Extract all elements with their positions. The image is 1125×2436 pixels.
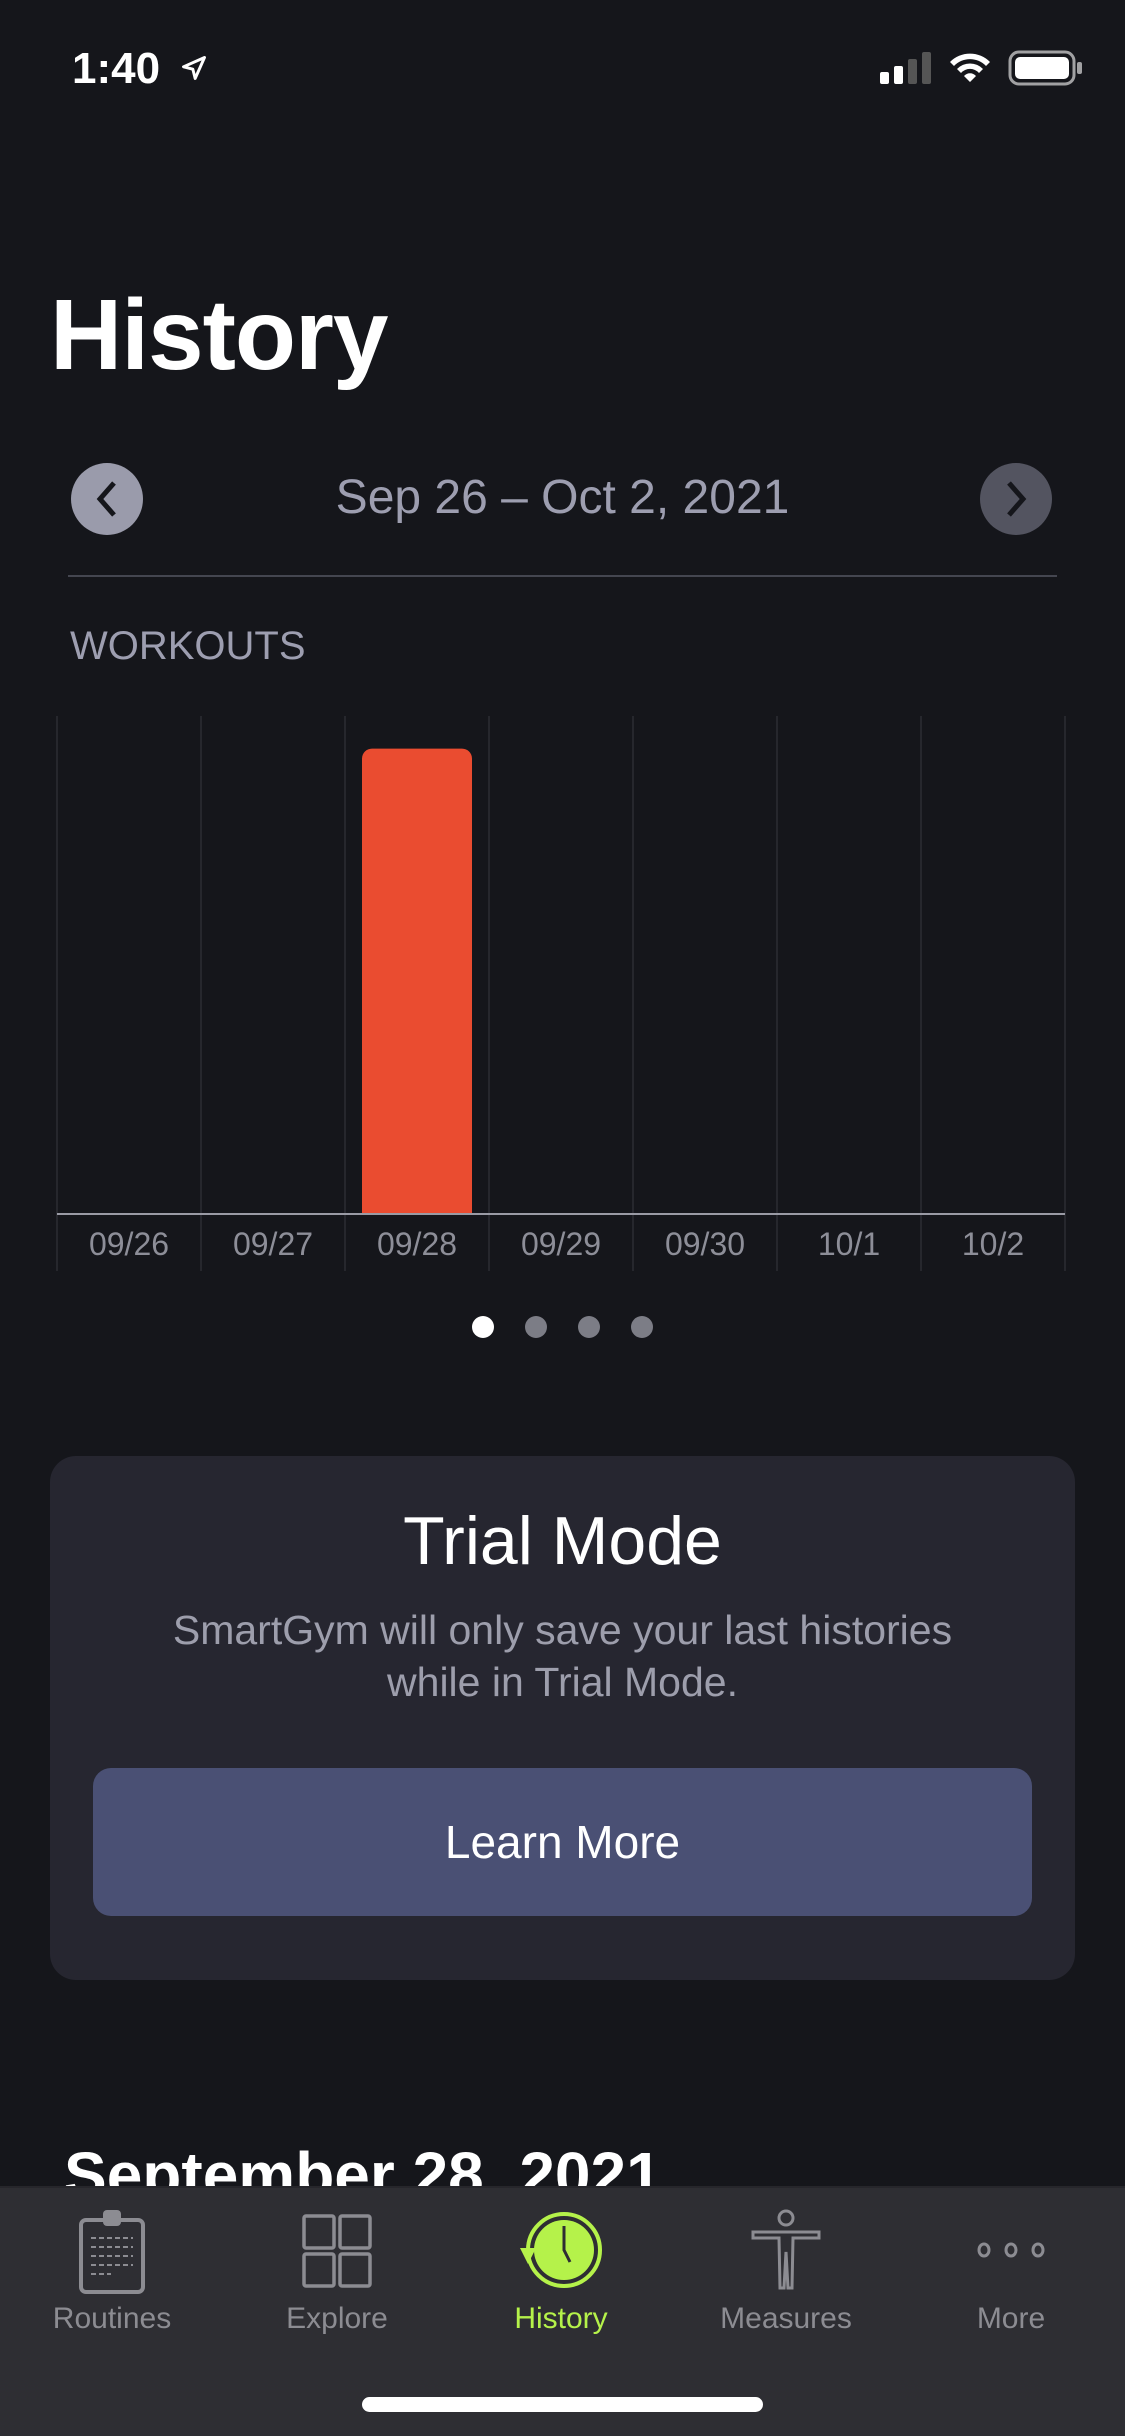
home-indicator <box>362 2397 763 2412</box>
x-tick-label: 10/2 <box>962 1226 1024 1262</box>
x-tick-label: 09/30 <box>665 1226 745 1262</box>
page-title: History <box>50 279 389 391</box>
tab-label: History <box>514 2302 608 2335</box>
grid-icon <box>302 2214 372 2288</box>
x-tick-label: 10/1 <box>818 1226 880 1262</box>
clipboard-icon <box>79 2210 145 2294</box>
wifi-icon <box>950 53 990 82</box>
tab-routines[interactable]: Routines <box>2 2208 222 2336</box>
date-range: Sep 26 – Oct 2, 2021 <box>335 471 790 524</box>
trial-description: SmartGym will only save your last histor… <box>172 1607 953 1705</box>
location-arrow-icon <box>182 56 206 80</box>
battery-icon <box>1008 50 1082 86</box>
x-tick-label: 09/26 <box>89 1226 169 1262</box>
tab-more[interactable]: More <box>901 2208 1121 2336</box>
tab-measures[interactable]: Measures <box>676 2208 896 2336</box>
trial-title: Trial Mode <box>403 1503 722 1579</box>
page-dot[interactable] <box>525 1316 547 1338</box>
chevron-right-icon <box>1007 481 1027 517</box>
tab-label: Explore <box>286 2302 388 2335</box>
signal-icon <box>880 52 931 84</box>
status-time: 1:40 <box>72 44 161 93</box>
page-dot[interactable] <box>578 1316 600 1338</box>
tab-explore[interactable]: Explore <box>227 2208 447 2336</box>
page-dot[interactable] <box>631 1316 653 1338</box>
section-label-workouts: WORKOUTS <box>70 624 306 668</box>
bar-base <box>362 1194 472 1214</box>
bar-09/28 <box>362 748 472 1214</box>
workouts-chart: 09/26 09/27 09/28 09/29 09/30 10/1 10/2 <box>56 716 1066 1271</box>
more-dots-icon <box>977 2242 1045 2258</box>
x-tick-label: 09/27 <box>233 1226 313 1262</box>
divider <box>68 575 1057 577</box>
tab-label: Routines <box>52 2302 172 2335</box>
tab-history[interactable]: History <box>451 2208 671 2336</box>
tab-label: More <box>976 2302 1046 2335</box>
tab-label: Measures <box>720 2302 852 2335</box>
page-dot[interactable] <box>472 1316 494 1338</box>
x-tick-label: 09/28 <box>377 1226 457 1262</box>
trial-mode-card: Trial Mode SmartGym will only save your … <box>50 1456 1075 1980</box>
x-tick-label: 09/29 <box>521 1226 601 1262</box>
learn-more-button[interactable]: Learn More <box>93 1768 1032 1916</box>
next-week-button[interactable] <box>980 463 1052 535</box>
body-icon <box>751 2209 821 2290</box>
history-clock-icon <box>520 2212 602 2288</box>
